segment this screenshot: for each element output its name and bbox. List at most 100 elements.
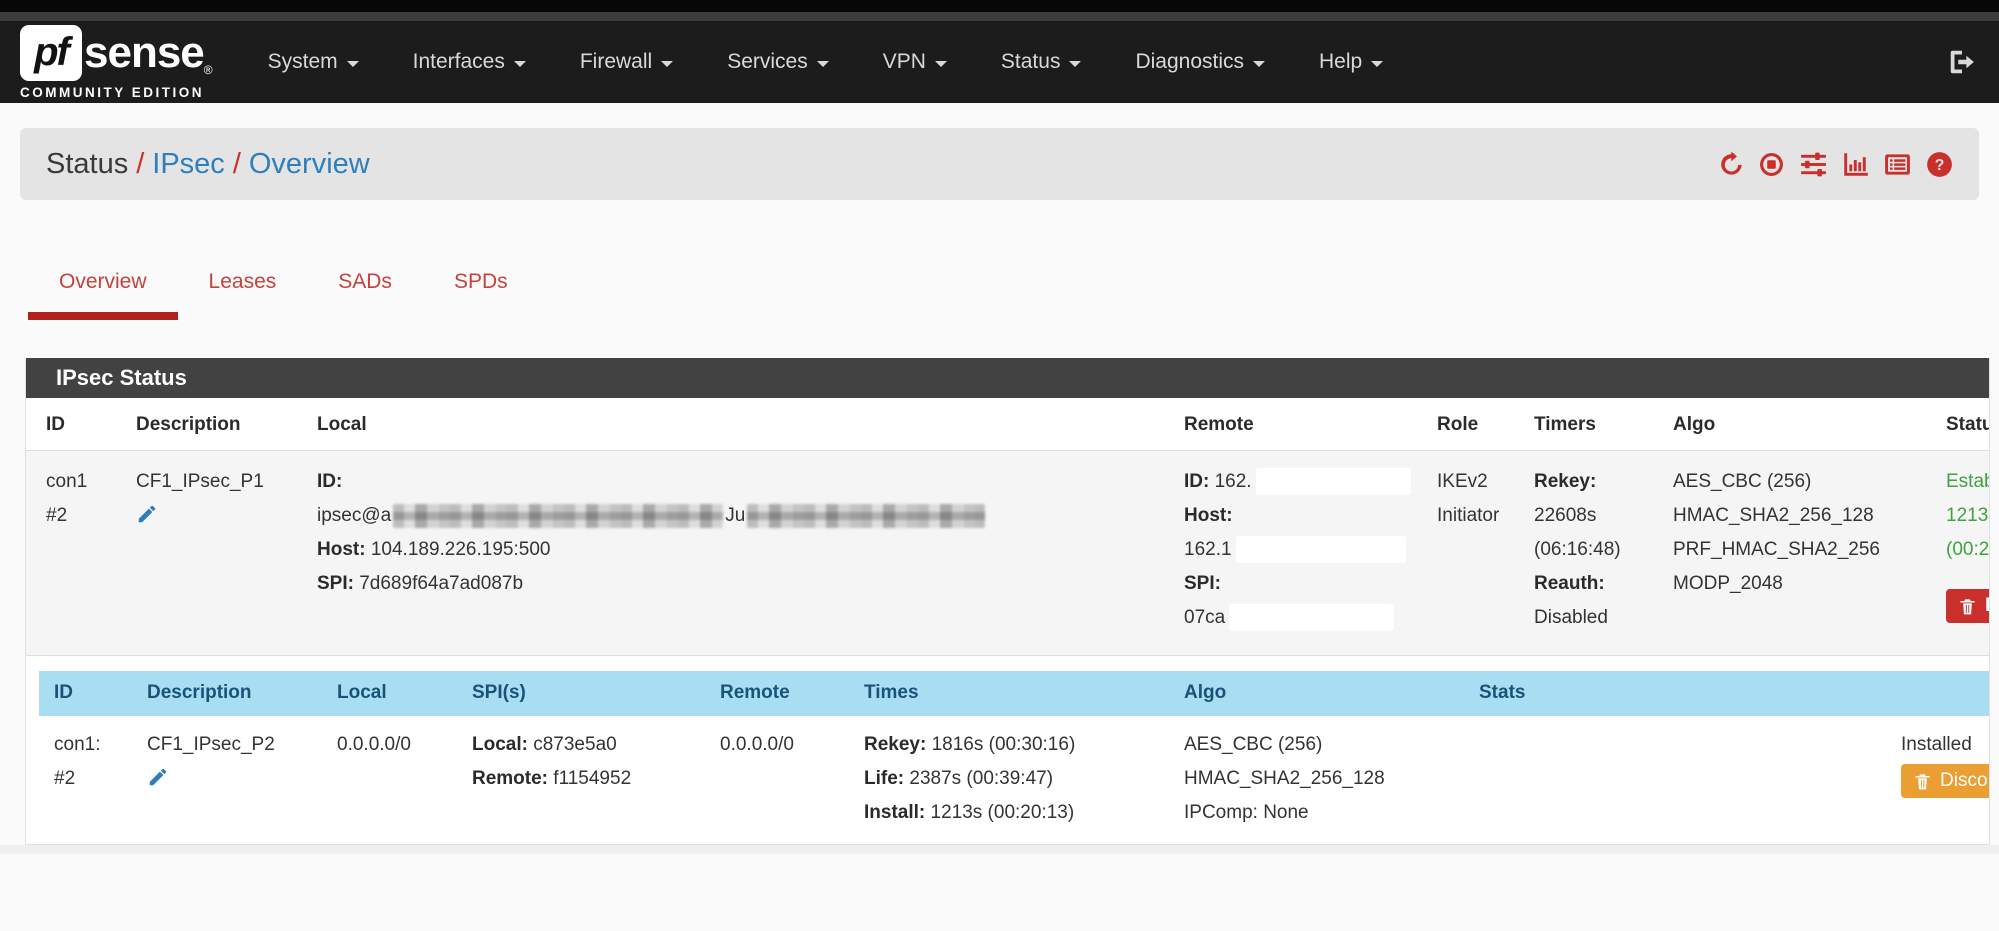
cell-spis: Local: c873e5a0 Remote: f1154952: [457, 716, 705, 844]
breadcrumb-link-ipsec[interactable]: IPsec: [152, 148, 225, 180]
disconnect-button[interactable]: Disco: [1901, 764, 1989, 798]
local-id-redacted: ipsec@aJu: [317, 499, 1164, 533]
cell-algo: AES_CBC (256) HMAC_SHA2_256_128 IPComp: …: [1169, 716, 1464, 844]
refresh-icon[interactable]: [1716, 151, 1743, 178]
chevron-down-icon: [514, 61, 526, 67]
col-times: Times: [849, 671, 1169, 716]
breadcrumb-link-overview[interactable]: Overview: [249, 148, 370, 180]
logout-icon[interactable]: [1947, 47, 1977, 77]
col-local: Local: [297, 398, 1164, 451]
redacted-blur: [747, 504, 985, 528]
edit-icon[interactable]: [136, 503, 158, 537]
breadcrumb-bar: Status/IPsec/Overview ?: [20, 128, 1979, 200]
col-role: Role: [1417, 398, 1514, 451]
col-description: Description: [116, 398, 297, 451]
child-sa-section: ID Description Local SPI(s) Remote Times…: [39, 671, 1989, 844]
cell-remote: 0.0.0.0/0: [705, 716, 849, 844]
col-remote: Remote: [705, 671, 849, 716]
status-established: Establ: [1946, 465, 1989, 499]
panel-title: IPsec Status: [26, 358, 1989, 398]
child-sa-table: ID Description Local SPI(s) Remote Times…: [39, 671, 1989, 844]
pf-logo-tile: pf: [20, 25, 82, 81]
menu-status[interactable]: Status: [974, 36, 1109, 88]
cell-local: ID: ipsec@aJu Host: 104.189.226.195:500 …: [297, 451, 1164, 656]
redacted-box: [1256, 468, 1411, 495]
main-menu: System Interfaces Firewall Services VPN …: [241, 36, 1411, 88]
bar-chart-icon[interactable]: [1842, 151, 1869, 178]
chevron-down-icon: [347, 61, 359, 67]
ipsec-status-panel: IPsec Status ID Description Local Remote…: [25, 358, 1990, 845]
col-spis: SPI(s): [457, 671, 705, 716]
chevron-down-icon: [661, 61, 673, 67]
cell-stats: [1464, 716, 1877, 844]
cell-description: CF1_IPsec_P2: [132, 716, 322, 844]
redacted-blur: [393, 504, 723, 528]
cell-local: 0.0.0.0/0: [322, 716, 457, 844]
redacted-box: [1229, 604, 1394, 631]
col-local: Local: [322, 671, 457, 716]
edit-icon[interactable]: [147, 766, 169, 800]
chevron-down-icon: [817, 61, 829, 67]
col-status: Status: [1926, 398, 1989, 451]
tab-sads[interactable]: SADs: [307, 258, 423, 320]
registered-mark: ®: [204, 63, 213, 77]
tab-spds[interactable]: SPDs: [423, 258, 539, 320]
table-row: con1 #2 CF1_IPsec_P1 ID: ipsec@aJu Host:…: [26, 451, 1989, 656]
page-actions: ?: [1716, 151, 1953, 178]
page-background: [0, 845, 1999, 854]
pfsense-logo[interactable]: pf sense ® COMMUNITY EDITION: [20, 25, 213, 100]
cell-status: Establ 1213 s (00:20 Dis: [1926, 451, 1989, 656]
cell-role: IKEv2 Initiator: [1417, 451, 1514, 656]
col-id: ID: [39, 671, 132, 716]
col-stats: Stats: [1464, 671, 1877, 716]
col-algo: Algo: [1169, 671, 1464, 716]
cell-status: Installed Disco: [1877, 716, 1989, 844]
col-status-clipped: [1877, 671, 1989, 716]
cell-algo: AES_CBC (256) HMAC_SHA2_256_128 PRF_HMAC…: [1653, 451, 1926, 656]
table-row: con1: #2 CF1_IPsec_P2 0.0.0.0/0 Local: c…: [39, 716, 1989, 844]
col-description: Description: [132, 671, 322, 716]
list-icon[interactable]: [1884, 151, 1911, 178]
menu-system[interactable]: System: [241, 36, 386, 88]
cell-description: CF1_IPsec_P1: [116, 451, 297, 656]
menu-vpn[interactable]: VPN: [856, 36, 974, 88]
navbar: pf sense ® COMMUNITY EDITION System Inte…: [0, 21, 1999, 103]
menu-interfaces[interactable]: Interfaces: [386, 36, 553, 88]
tab-overview[interactable]: Overview: [28, 258, 178, 320]
menu-help[interactable]: Help: [1292, 36, 1410, 88]
trash-icon: [1913, 771, 1932, 792]
chevron-down-icon: [1069, 61, 1081, 67]
menu-diagnostics[interactable]: Diagnostics: [1108, 36, 1292, 88]
menu-services[interactable]: Services: [700, 36, 856, 88]
redacted-box: [1236, 536, 1406, 563]
cell-id: con1: #2: [39, 716, 132, 844]
sliders-icon[interactable]: [1800, 151, 1827, 178]
svg-text:?: ?: [1935, 157, 1945, 174]
col-id: ID: [26, 398, 116, 451]
cell-timers: Rekey: 22608s (06:16:48) Reauth: Disable…: [1514, 451, 1653, 656]
chevron-down-icon: [935, 61, 947, 67]
status-installed: Installed: [1901, 728, 1989, 762]
ike-sa-table: ID Description Local Remote Role Timers …: [26, 398, 1989, 656]
trash-icon: [1958, 596, 1977, 617]
stop-icon[interactable]: [1758, 151, 1785, 178]
breadcrumb-separator: /: [128, 148, 152, 180]
breadcrumb-section: Status: [46, 148, 128, 180]
ike-table-header-row: ID Description Local Remote Role Timers …: [26, 398, 1989, 451]
col-timers: Timers: [1514, 398, 1653, 451]
cell-remote: ID: 162. Host: 162.1 SPI: 07ca: [1164, 451, 1417, 656]
brand-tagline: COMMUNITY EDITION: [20, 85, 213, 100]
help-icon[interactable]: ?: [1926, 151, 1953, 178]
window-strip: [0, 12, 1999, 21]
breadcrumb: Status/IPsec/Overview: [46, 148, 370, 181]
child-table-header-row: ID Description Local SPI(s) Remote Times…: [39, 671, 1989, 716]
chevron-down-icon: [1371, 61, 1383, 67]
tab-leases[interactable]: Leases: [178, 258, 308, 320]
menu-firewall[interactable]: Firewall: [553, 36, 700, 88]
status-ipsec-tabs: Overview Leases SADs SPDs: [28, 258, 1999, 320]
disconnect-button[interactable]: Dis: [1946, 589, 1989, 623]
cell-id: con1 #2: [26, 451, 116, 656]
browser-top-strip: [0, 0, 1999, 12]
col-algo: Algo: [1653, 398, 1926, 451]
chevron-down-icon: [1253, 61, 1265, 67]
